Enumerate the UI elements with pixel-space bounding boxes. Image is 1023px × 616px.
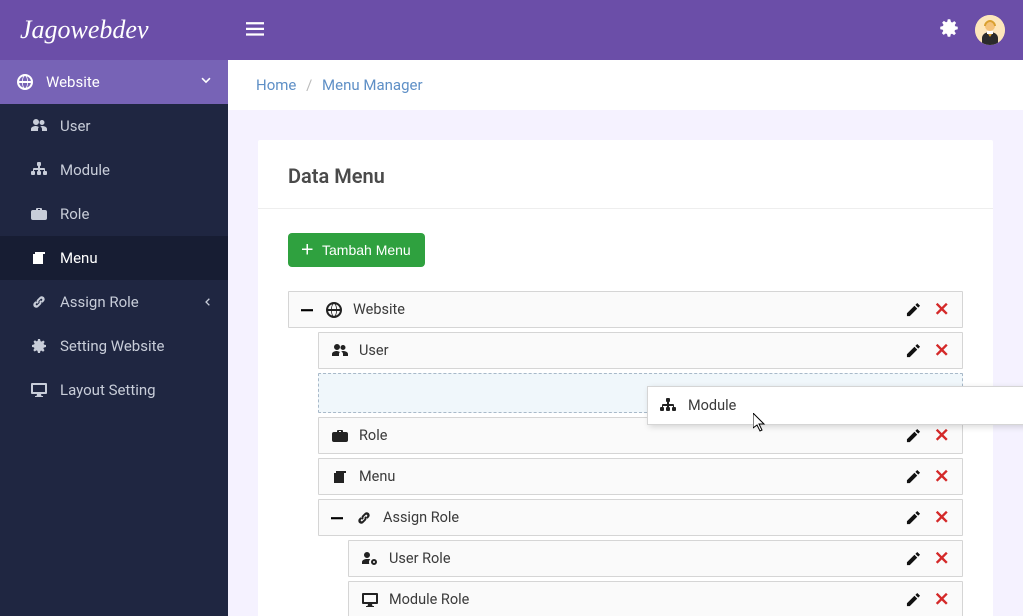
sidebar-item-user[interactable]: User (0, 104, 228, 148)
sidebar-item-label: Website (46, 73, 100, 91)
tree-label: Module Role (389, 591, 906, 608)
edit-button[interactable] (906, 551, 921, 566)
sidebar-item-label: Assign Role (60, 293, 139, 311)
edit-button[interactable] (906, 343, 921, 358)
sidebar-item-role[interactable]: Role (0, 192, 228, 236)
tree-row[interactable]: Module Role (348, 581, 963, 616)
edit-button[interactable] (906, 592, 921, 607)
globe-icon (16, 73, 34, 91)
topbar (228, 0, 1023, 60)
brand-logo[interactable]: Jagowebdev (0, 0, 228, 60)
delete-button[interactable] (935, 428, 950, 443)
edit-button[interactable] (906, 302, 921, 317)
avatar[interactable] (975, 15, 1005, 45)
layers-icon (30, 249, 48, 267)
sidebar-item-setting-website[interactable]: Setting Website (0, 324, 228, 368)
link-icon (355, 510, 373, 526)
globe-icon (325, 302, 343, 318)
sidebar-item-label: Module (60, 161, 110, 179)
sidebar-item-assign-role[interactable]: Assign Role (0, 280, 228, 324)
edit-button[interactable] (906, 510, 921, 525)
tree-row[interactable]: Menu (318, 458, 963, 495)
gear-icon (30, 337, 48, 355)
tree-row[interactable]: User Role (348, 540, 963, 577)
add-menu-label: Tambah Menu (322, 242, 411, 258)
sitemap-icon (30, 161, 48, 179)
sidebar-item-menu[interactable]: Menu (0, 236, 228, 280)
link-icon (30, 293, 48, 311)
tree-label: Website (353, 301, 906, 318)
collapse-icon[interactable] (331, 512, 345, 524)
sidebar-item-website[interactable]: Website (0, 60, 228, 104)
sidebar-item-label: User (60, 117, 91, 135)
dragging-row[interactable]: Module (647, 386, 1023, 425)
tree-label: User Role (389, 550, 906, 567)
sidebar-item-module[interactable]: Module (0, 148, 228, 192)
delete-button[interactable] (935, 592, 950, 607)
breadcrumb-current: Menu Manager (322, 76, 422, 94)
tree-label: Menu (359, 468, 906, 485)
delete-button[interactable] (935, 551, 950, 566)
sidebar-item-layout-setting[interactable]: Layout Setting (0, 368, 228, 412)
edit-button[interactable] (906, 469, 921, 484)
tree-row[interactable]: Website (288, 291, 963, 328)
collapse-icon[interactable] (301, 304, 315, 316)
chevron-left-icon (202, 293, 212, 311)
hamburger-button[interactable] (246, 21, 264, 39)
content-card: Data Menu Tambah Menu Website (258, 140, 993, 616)
briefcase-icon (331, 428, 349, 444)
delete-button[interactable] (935, 469, 950, 484)
edit-button[interactable] (906, 428, 921, 443)
page-title: Data Menu (288, 164, 963, 188)
briefcase-icon (30, 205, 48, 223)
sidebar: Jagowebdev Website User Module Role (0, 0, 228, 616)
usercog-icon (361, 551, 379, 567)
breadcrumb-home[interactable]: Home (256, 76, 296, 94)
sidebar-item-label: Layout Setting (60, 381, 156, 399)
delete-button[interactable] (935, 343, 950, 358)
tree-row[interactable]: Assign Role (318, 499, 963, 536)
sitemap-icon (660, 398, 678, 414)
add-menu-button[interactable]: Tambah Menu (288, 233, 425, 267)
brand-text: Jagowebdev (20, 15, 149, 45)
tree-label: User (359, 342, 906, 359)
sidebar-item-label: Menu (60, 249, 98, 267)
tree-row[interactable]: User (318, 332, 963, 369)
delete-button[interactable] (935, 302, 950, 317)
chevron-down-icon (200, 73, 212, 91)
settings-button[interactable] (939, 18, 959, 42)
desktop-icon (361, 592, 379, 608)
breadcrumb: Home / Menu Manager (228, 60, 1023, 110)
menu-tree: Website User (288, 291, 963, 616)
dragging-label: Module (688, 397, 1023, 414)
sidebar-item-label: Role (60, 205, 89, 223)
delete-button[interactable] (935, 510, 950, 525)
tree-label: Assign Role (383, 509, 906, 526)
tree-label: Role (359, 427, 906, 444)
users-icon (30, 117, 48, 135)
breadcrumb-separator: / (306, 76, 312, 94)
desktop-icon (30, 381, 48, 399)
users-icon (331, 343, 349, 359)
layers-icon (331, 469, 349, 485)
sidebar-item-label: Setting Website (60, 337, 164, 355)
